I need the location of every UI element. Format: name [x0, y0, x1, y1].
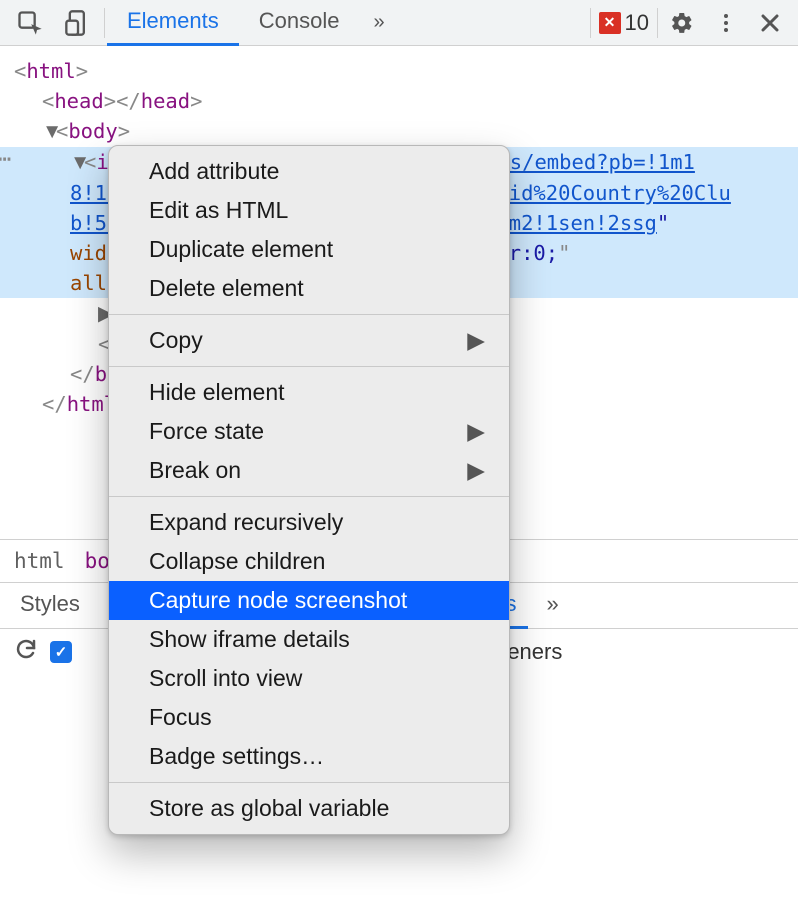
ctx-copy[interactable]: Copy ▶	[109, 321, 509, 360]
ctx-separator	[109, 496, 509, 497]
gutter-ellipsis-icon: ⋯	[0, 145, 12, 175]
ctx-force-state[interactable]: Force state ▶	[109, 412, 509, 451]
ctx-duplicate-element[interactable]: Duplicate element	[109, 230, 509, 269]
toolbar-separator	[104, 8, 105, 38]
ctx-show-iframe-details[interactable]: Show iframe details	[109, 620, 509, 659]
tree-row[interactable]: ▼<body>	[14, 116, 798, 147]
kebab-menu-icon[interactable]	[704, 0, 748, 46]
error-icon: ✕	[599, 12, 621, 34]
submenu-arrow-icon: ▶	[467, 457, 485, 484]
ctx-store-global-variable[interactable]: Store as global variable	[109, 789, 509, 828]
panel-tabs: Elements Console	[107, 0, 359, 46]
settings-icon[interactable]	[660, 0, 704, 46]
devtools-toolbar: Elements Console » ✕ 10	[0, 0, 798, 46]
ctx-separator	[109, 314, 509, 315]
submenu-arrow-icon: ▶	[467, 418, 485, 445]
toolbar-separator	[590, 8, 591, 38]
more-tabs-icon[interactable]: »	[534, 583, 570, 629]
ctx-separator	[109, 366, 509, 367]
tab-styles[interactable]: Styles	[8, 583, 92, 629]
ctx-add-attribute[interactable]: Add attribute	[109, 152, 509, 191]
device-toolbar-icon[interactable]	[54, 0, 102, 46]
more-tabs-icon[interactable]: »	[359, 11, 398, 34]
close-devtools-icon[interactable]	[748, 0, 792, 46]
iframe-src-url[interactable]: chid%20Country%20Clu	[484, 181, 731, 205]
ctx-focus[interactable]: Focus	[109, 698, 509, 737]
tab-console[interactable]: Console	[239, 0, 360, 46]
tab-label: Console	[259, 8, 340, 34]
tree-row[interactable]: <head></head>	[14, 86, 798, 116]
ctx-delete-element[interactable]: Delete element	[109, 269, 509, 308]
refresh-icon[interactable]	[14, 637, 38, 667]
ctx-collapse-children[interactable]: Collapse children	[109, 542, 509, 581]
ctx-separator	[109, 782, 509, 783]
toolbar-separator	[657, 8, 658, 38]
expand-triangle-icon[interactable]: ▼	[42, 117, 56, 147]
submenu-arrow-icon: ▶	[467, 327, 485, 354]
ctx-expand-recursively[interactable]: Expand recursively	[109, 503, 509, 542]
ctx-scroll-into-view[interactable]: Scroll into view	[109, 659, 509, 698]
ctx-badge-settings[interactable]: Badge settings…	[109, 737, 509, 776]
ctx-capture-node-screenshot[interactable]: Capture node screenshot	[109, 581, 509, 620]
tab-elements[interactable]: Elements	[107, 0, 239, 46]
tree-row[interactable]: <html>	[14, 56, 798, 86]
ctx-edit-as-html[interactable]: Edit as HTML	[109, 191, 509, 230]
ctx-hide-element[interactable]: Hide element	[109, 373, 509, 412]
context-menu: Add attribute Edit as HTML Duplicate ele…	[108, 145, 510, 835]
inspect-element-icon[interactable]	[6, 0, 54, 46]
error-count-badge[interactable]: ✕ 10	[593, 10, 655, 36]
breadcrumb-item[interactable]: bo	[85, 549, 110, 573]
error-count: 10	[625, 10, 649, 36]
ancestors-checkbox[interactable]: ✓	[50, 641, 72, 663]
tab-label: Styles	[20, 591, 80, 617]
expand-triangle-icon[interactable]: ▼	[70, 148, 84, 178]
tab-label: Elements	[127, 8, 219, 34]
breadcrumb-item[interactable]: html	[14, 549, 65, 573]
ctx-break-on[interactable]: Break on ▶	[109, 451, 509, 490]
